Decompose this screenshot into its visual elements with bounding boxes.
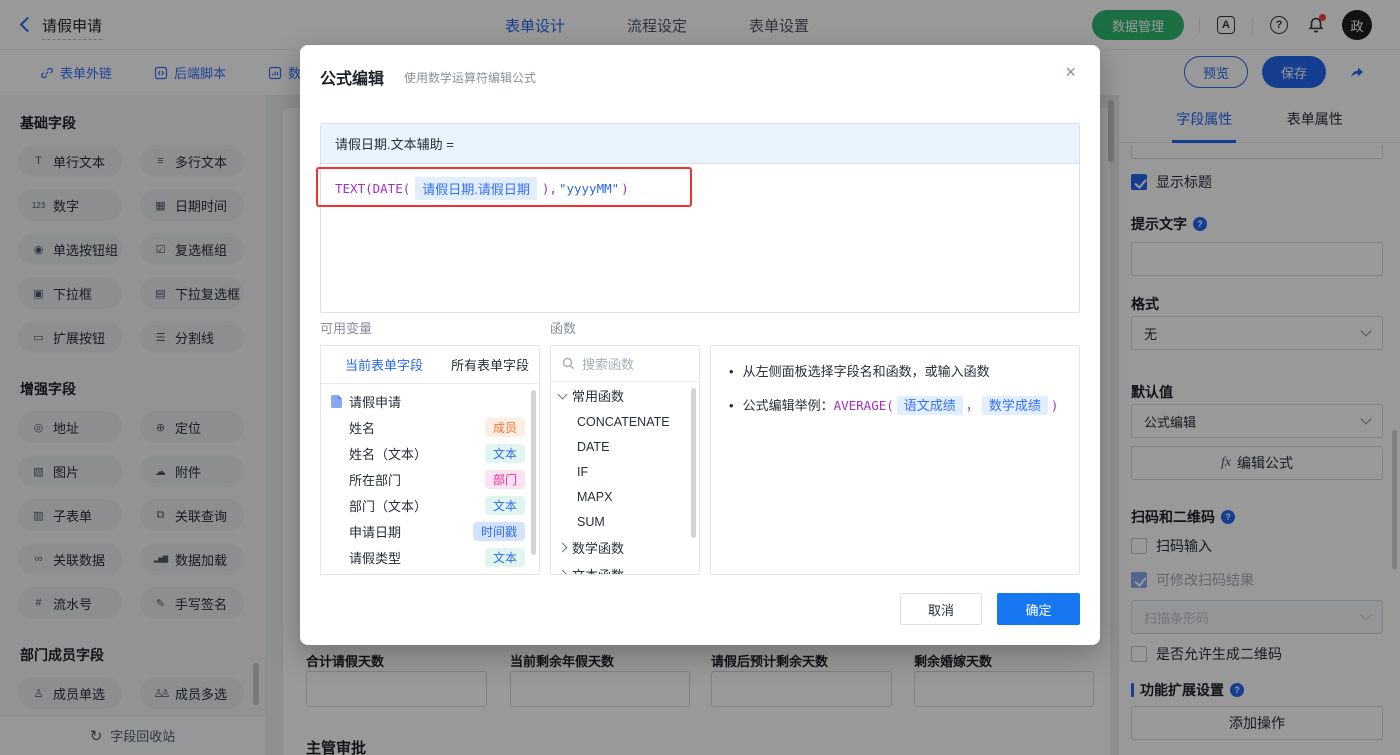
function-group-common[interactable]: 常用函数 xyxy=(551,382,699,409)
function-group-math[interactable]: 数学函数 xyxy=(551,534,699,561)
confirm-button[interactable]: 确定 xyxy=(997,593,1080,625)
search-icon xyxy=(562,357,575,370)
hint-example: 公式编辑举例：AVERAGE(语文成绩，数学成绩) xyxy=(742,396,1059,415)
form-root-node[interactable]: 请假申请 xyxy=(321,388,539,414)
function-item[interactable]: MAPX xyxy=(551,484,699,509)
functions-scrollbar[interactable] xyxy=(691,388,696,538)
close-icon[interactable]: × xyxy=(1065,63,1076,81)
function-item[interactable]: SUM xyxy=(551,509,699,534)
variable-row[interactable]: 所在部门 部门 xyxy=(321,466,539,492)
chevron-down-icon xyxy=(557,389,568,399)
variables-label: 可用变量 xyxy=(320,321,373,336)
type-badge: 文本 xyxy=(484,443,525,463)
formula-expression[interactable]: TEXT(DATE( 请假日期.请假日期 ), "yyyyMM" ) xyxy=(321,164,1079,213)
functions-panel: 搜索函数 常用函数 CONCATENATE DATE IF MAPX SUM 数… xyxy=(550,345,700,575)
variables-scrollbar[interactable] xyxy=(531,390,536,555)
formula-target: 请假日期.文本辅助 = xyxy=(321,124,1079,164)
tab-all-form-fields[interactable]: 所有表单字段 xyxy=(451,355,529,374)
hint-text: 从左侧面板选择字段名和函数，或输入函数 xyxy=(742,364,990,379)
modal-subtitle: 使用数学运算符编辑公式 xyxy=(404,71,537,85)
type-badge: 成员 xyxy=(484,417,525,437)
variable-row[interactable]: 申请日期 时间戳 xyxy=(321,518,539,544)
variable-row[interactable]: 姓名 成员 xyxy=(321,414,539,440)
variable-row[interactable]: 请假类型 文本 xyxy=(321,544,539,570)
variable-row[interactable]: 姓名（文本） 文本 xyxy=(321,440,539,466)
formula-editor-modal: 公式编辑 使用数学运算符编辑公式 × 请假日期.文本辅助 = TEXT(DATE… xyxy=(300,45,1100,645)
chevron-right-icon xyxy=(557,569,568,574)
type-badge: 文本 xyxy=(484,495,525,515)
tab-current-form-fields[interactable]: 当前表单字段 xyxy=(345,355,423,374)
function-search-input[interactable]: 搜索函数 xyxy=(551,346,699,382)
cancel-button[interactable]: 取消 xyxy=(900,593,982,625)
type-badge: 文本 xyxy=(484,547,525,567)
document-icon xyxy=(331,394,342,408)
formula-editor[interactable]: 请假日期.文本辅助 = TEXT(DATE( 请假日期.请假日期 ), "yyy… xyxy=(320,123,1080,313)
function-item[interactable]: IF xyxy=(551,459,699,484)
example-chip: 数学成绩 xyxy=(981,396,1048,415)
modal-title: 公式编辑 xyxy=(320,71,385,88)
field-variable-chip[interactable]: 请假日期.请假日期 xyxy=(415,177,537,200)
function-group-text[interactable]: 文本函数 xyxy=(551,561,699,574)
function-item[interactable]: DATE xyxy=(551,434,699,459)
type-badge: 部门 xyxy=(484,469,525,489)
type-badge: 时间戳 xyxy=(472,521,525,541)
variables-panel: 当前表单字段 所有表单字段 请假申请 姓名 成员 姓名（文本） 文本 所在部门 部门 … xyxy=(320,345,540,575)
functions-label: 函数 xyxy=(550,321,577,336)
hints-panel: 从左侧面板选择字段名和函数，或输入函数 公式编辑举例：AVERAGE(语文成绩，… xyxy=(710,345,1080,575)
function-item[interactable]: CONCATENATE xyxy=(551,409,699,434)
chevron-right-icon xyxy=(557,542,568,553)
variable-row[interactable]: 部门（文本） 文本 xyxy=(321,492,539,518)
app-window: 请假申请 表单设计 流程设定 表单设置 数据管理 A ? 政 表单外链 后端脚本… xyxy=(0,0,1400,755)
example-chip: 语文成绩 xyxy=(896,396,963,415)
